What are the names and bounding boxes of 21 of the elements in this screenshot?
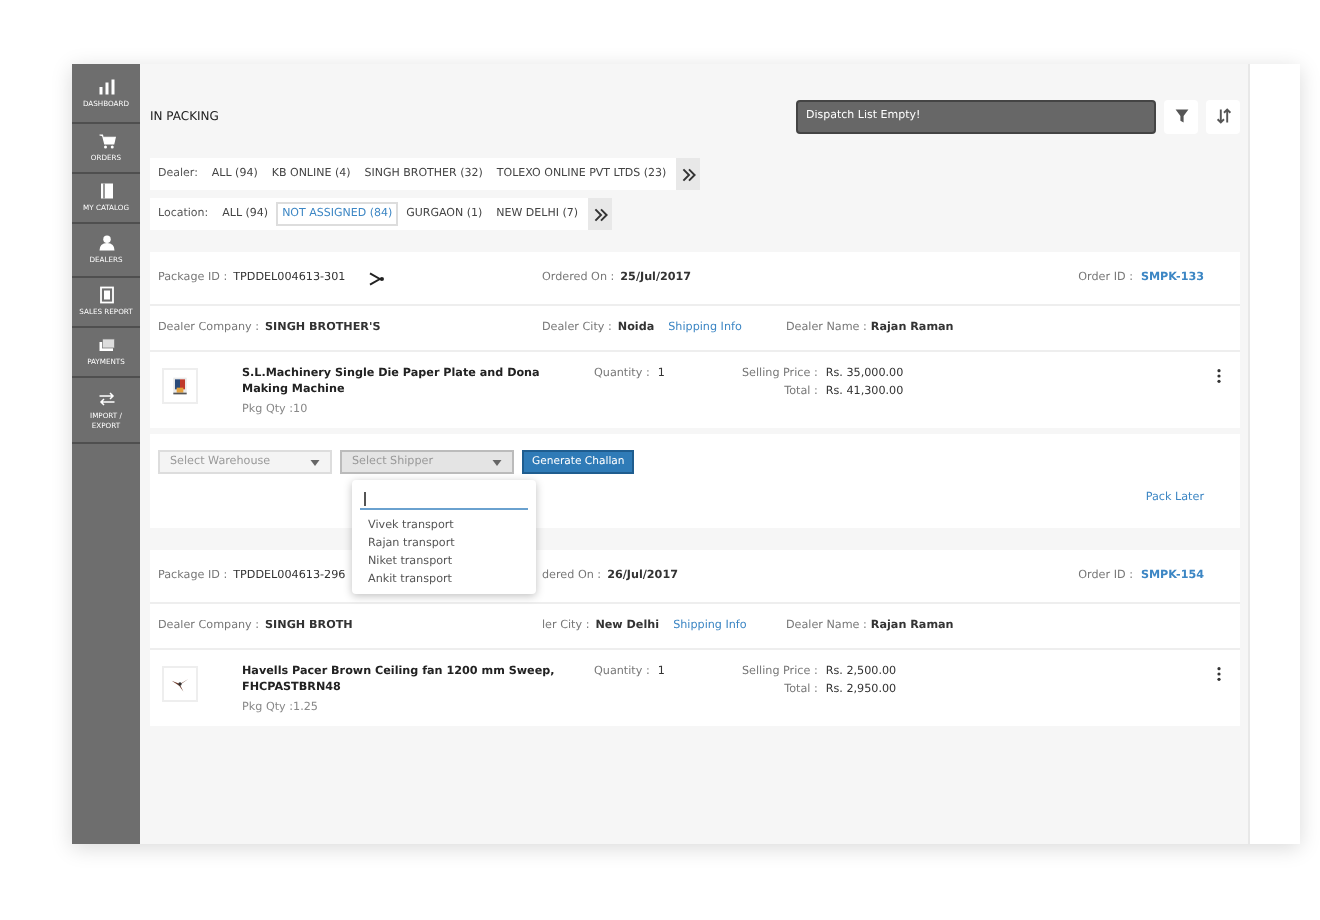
filter-button[interactable]: [1164, 99, 1198, 133]
more-options-icon[interactable]: [1216, 666, 1222, 682]
search-field[interactable]: [360, 488, 528, 510]
book-icon: [97, 182, 115, 201]
bar-chart-icon: [97, 77, 115, 96]
sort-icon: [1215, 108, 1231, 124]
scissors-icon[interactable]: [367, 271, 386, 285]
cards-icon: [97, 336, 115, 355]
person-icon: [97, 234, 115, 253]
caret-icon: [492, 459, 502, 465]
more-options-icon[interactable]: [1216, 368, 1222, 384]
filter-icon: [1173, 108, 1189, 124]
scroll-right-button[interactable]: [676, 158, 701, 190]
caret-icon: [310, 459, 320, 465]
double-chevron-icon: [681, 167, 696, 181]
document-icon: [97, 286, 115, 305]
sort-button[interactable]: [1206, 99, 1240, 133]
double-chevron-icon: [593, 207, 607, 221]
cart-icon: [97, 132, 115, 151]
swap-arrows-icon: [97, 390, 115, 409]
scroll-right-button[interactable]: [588, 198, 612, 230]
